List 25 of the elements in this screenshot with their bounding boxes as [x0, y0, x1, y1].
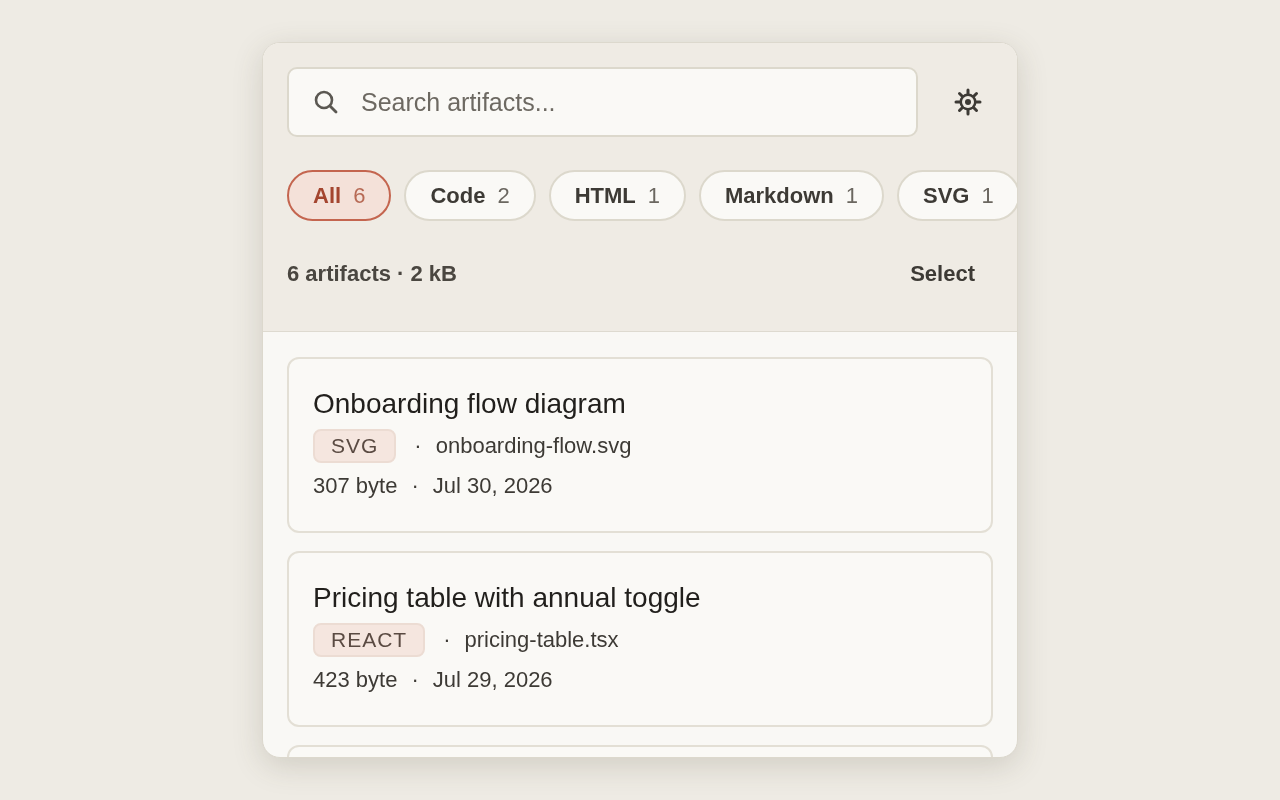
- separator-dot: ·: [411, 473, 419, 499]
- file-name: onboarding-flow.svg: [435, 433, 632, 459]
- separator-dot: ·: [414, 433, 422, 459]
- file-size: 307 byte: [313, 473, 398, 499]
- file-size: 423 byte: [313, 667, 398, 693]
- settings-icon: [954, 88, 982, 116]
- artifact-title: Onboarding flow diagram: [313, 387, 626, 421]
- filter-chip[interactable]: All 6: [287, 170, 392, 221]
- separator-dot: ·: [411, 667, 419, 693]
- artifact-title: Pricing table with annual toggle: [313, 581, 701, 615]
- artifact-date: Jul 29, 2026: [432, 667, 553, 693]
- artifact-summary: 6 artifacts · 2 kB: [287, 261, 457, 287]
- select-button[interactable]: Select: [908, 257, 977, 291]
- search-field[interactable]: Search artifacts...: [287, 67, 918, 137]
- file-name: pricing-table.tsx: [464, 627, 619, 653]
- artifact-card[interactable]: Onboarding flow diagram SVG · onboarding-flow.svg 307 byte · Jul 30, 2026: [287, 357, 993, 533]
- artifact-card[interactable]: Pricing table with annual toggle REACT · pricing-table.tsx 423 byte · Jul 29, 2026: [287, 551, 993, 727]
- separator-dot: ·: [443, 627, 451, 653]
- filter-chip[interactable]: Markdown 1: [698, 170, 884, 221]
- artifact-date: Jul 30, 2026: [432, 473, 553, 499]
- type-tag: SVG: [313, 429, 397, 463]
- filter-chip[interactable]: Code 2: [404, 170, 536, 221]
- filter-chip[interactable]: SVG 1: [897, 170, 1017, 221]
- filter-chip[interactable]: HTML 1: [548, 170, 686, 221]
- type-tag: REACT: [313, 623, 426, 657]
